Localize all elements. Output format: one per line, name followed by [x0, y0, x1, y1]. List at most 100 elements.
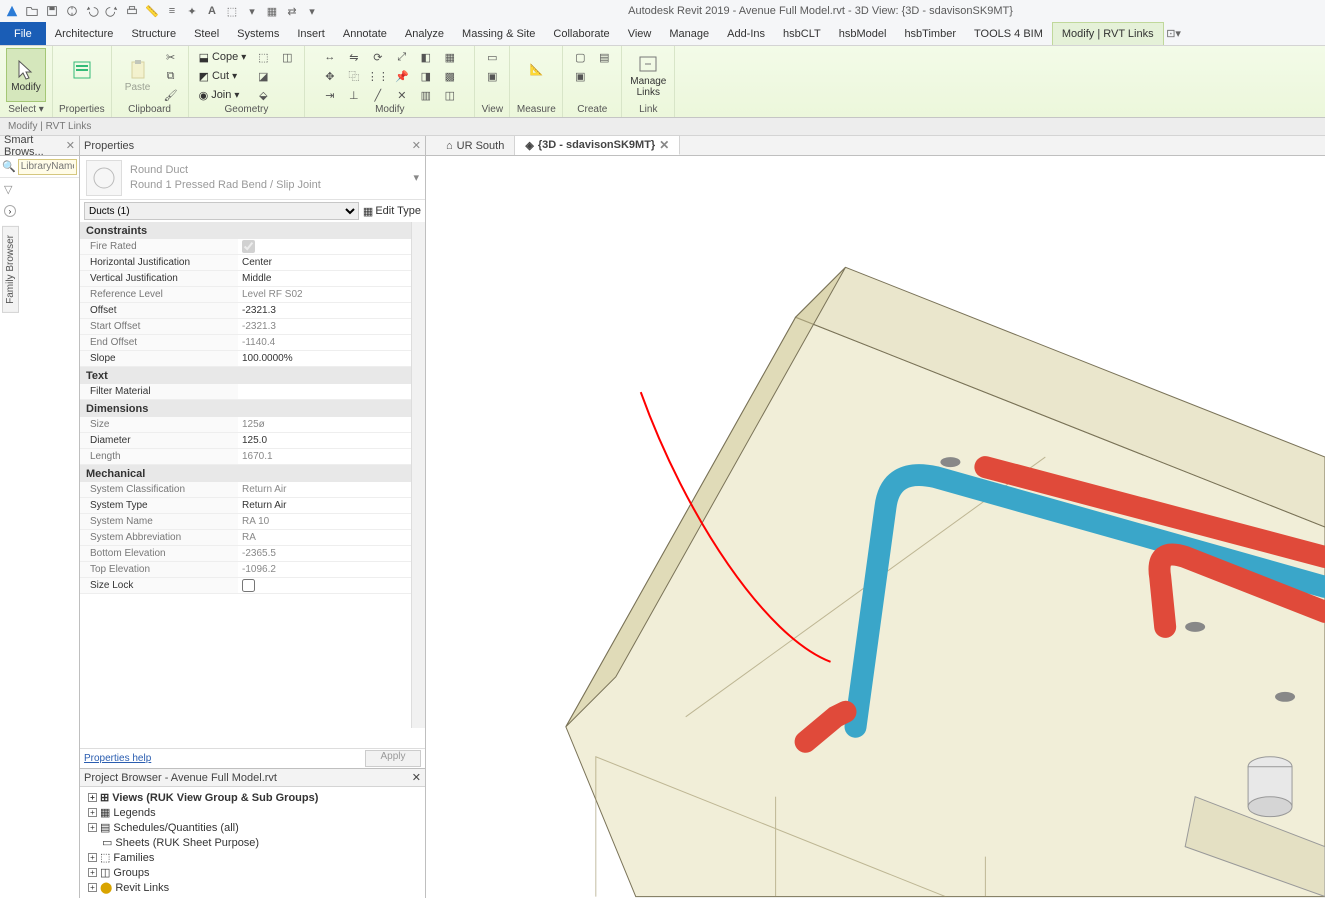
- measure-button[interactable]: 📐: [516, 48, 556, 102]
- paste-button[interactable]: Paste: [118, 48, 158, 102]
- trim-icon[interactable]: ⊥: [343, 86, 365, 104]
- apply-button[interactable]: Apply: [365, 750, 421, 767]
- edit-type-button[interactable]: ▦Edit Type: [363, 205, 421, 218]
- view-tab-ursouth[interactable]: ⌂UR South: [436, 136, 515, 155]
- geom-tool6-icon[interactable]: [276, 86, 298, 104]
- mod-tool-e-icon[interactable]: ▩: [439, 67, 461, 85]
- view-tool1-icon[interactable]: ▭: [481, 48, 503, 66]
- menu-hsbclt[interactable]: hsbCLT: [774, 22, 830, 45]
- create-tool1-icon[interactable]: ▢: [569, 48, 591, 66]
- section-icon[interactable]: ▾: [244, 3, 260, 19]
- expand-icon[interactable]: ›: [4, 205, 16, 217]
- mod-tool-c-icon[interactable]: ▥: [415, 86, 437, 104]
- switch-icon[interactable]: ⇄: [284, 3, 300, 19]
- move-icon[interactable]: ✥: [319, 67, 341, 85]
- filter-icon[interactable]: ▽: [4, 183, 12, 196]
- cope-button[interactable]: ⬓Cope ▾: [195, 48, 251, 66]
- offset2-icon[interactable]: ⇥: [319, 86, 341, 104]
- menu-massing[interactable]: Massing & Site: [453, 22, 544, 45]
- scale-icon[interactable]: ⤢: [391, 48, 413, 66]
- create-tool2-icon[interactable]: ▣: [569, 67, 591, 85]
- text-icon[interactable]: A: [204, 3, 220, 19]
- prop-val[interactable]: Center: [238, 255, 425, 270]
- menu-structure[interactable]: Structure: [122, 22, 185, 45]
- measure-icon[interactable]: 📏: [144, 3, 160, 19]
- menu-addins[interactable]: Add-Ins: [718, 22, 774, 45]
- menu-systems[interactable]: Systems: [228, 22, 288, 45]
- rotate-icon[interactable]: ⟳: [367, 48, 389, 66]
- mod-tool-d-icon[interactable]: ▦: [439, 48, 461, 66]
- properties-help-link[interactable]: Properties help: [84, 753, 151, 764]
- split-icon[interactable]: ╱: [367, 86, 389, 104]
- menu-overflow-icon[interactable]: ⊡▾: [1164, 22, 1184, 45]
- create-tool4-icon[interactable]: [593, 67, 615, 85]
- cat-dimensions[interactable]: Dimensions⬨: [80, 400, 425, 417]
- save-icon[interactable]: [44, 3, 60, 19]
- tree-families[interactable]: +⬚Families: [84, 850, 421, 865]
- match-small-icon[interactable]: 🖌: [160, 86, 182, 104]
- manage-links-button[interactable]: Manage Links: [628, 48, 668, 102]
- geom-tool4-icon[interactable]: ◫: [276, 48, 298, 66]
- menu-manage[interactable]: Manage: [660, 22, 718, 45]
- menu-hsbmodel[interactable]: hsbModel: [830, 22, 896, 45]
- close-icon[interactable]: ✕: [412, 771, 421, 784]
- close-icon[interactable]: ✕: [66, 139, 75, 152]
- viewport[interactable]: ⌂UR South ◈{3D - sdavisonSK9MT}✕: [426, 136, 1325, 898]
- menu-architecture[interactable]: Architecture: [46, 22, 123, 45]
- prop-val-checkbox[interactable]: [238, 239, 425, 254]
- tree-groups[interactable]: +◫Groups: [84, 865, 421, 880]
- cat-mechanical[interactable]: Mechanical⬨: [80, 465, 425, 482]
- prop-val[interactable]: Middle: [238, 271, 425, 286]
- file-tab[interactable]: File: [0, 22, 46, 45]
- menu-modify-rvtlinks[interactable]: Modify | RVT Links: [1052, 22, 1164, 45]
- open-icon[interactable]: [24, 3, 40, 19]
- menu-annotate[interactable]: Annotate: [334, 22, 396, 45]
- smart-browser-header[interactable]: Smart Brows... ✕: [0, 136, 79, 156]
- redo-icon[interactable]: [104, 3, 120, 19]
- geom-tool1-icon[interactable]: ⬚: [252, 48, 274, 66]
- geom-tool5-icon[interactable]: [276, 67, 298, 85]
- align-icon[interactable]: ↔: [319, 48, 341, 66]
- menu-collaborate[interactable]: Collaborate: [544, 22, 618, 45]
- 3d-icon[interactable]: ⬚: [224, 3, 240, 19]
- copy2-icon[interactable]: ⿻: [343, 67, 365, 85]
- instance-selector[interactable]: Ducts (1): [84, 202, 359, 220]
- library-search-input[interactable]: [18, 159, 77, 175]
- cat-text[interactable]: Text⬨: [80, 367, 425, 384]
- cat-constraints[interactable]: Constraints⬨: [80, 222, 425, 239]
- prop-val-checkbox[interactable]: [238, 578, 425, 593]
- pin-icon[interactable]: 📌: [391, 67, 413, 85]
- prop-val[interactable]: [238, 384, 425, 399]
- geom-tool3-icon[interactable]: ⬙: [252, 86, 274, 104]
- join-button[interactable]: ◉Join ▾: [195, 86, 251, 104]
- dropdown-icon[interactable]: ▾: [304, 3, 320, 19]
- tree-views[interactable]: +⊞Views (RUK View Group & Sub Groups): [84, 790, 421, 805]
- geom-tool2-icon[interactable]: ◪: [252, 67, 274, 85]
- render-icon[interactable]: ✦: [184, 3, 200, 19]
- view-tab-3d[interactable]: ◈{3D - sdavisonSK9MT}✕: [515, 136, 680, 155]
- close-hidden-icon[interactable]: ▦: [264, 3, 280, 19]
- delete-icon[interactable]: ✕: [391, 86, 413, 104]
- modify-tool-button[interactable]: Modify: [6, 48, 46, 102]
- scrollbar[interactable]: [411, 222, 425, 728]
- menu-steel[interactable]: Steel: [185, 22, 228, 45]
- sync-icon[interactable]: [64, 3, 80, 19]
- array-icon[interactable]: ⋮⋮: [367, 67, 389, 85]
- 3d-canvas[interactable]: [426, 156, 1325, 898]
- prop-val[interactable]: Return Air: [238, 498, 425, 513]
- mod-tool-a-icon[interactable]: ◧: [415, 48, 437, 66]
- properties-button[interactable]: [62, 48, 102, 102]
- create-tool3-icon[interactable]: ▤: [593, 48, 615, 66]
- search-icon[interactable]: 🔍: [2, 160, 16, 173]
- cut-geom-button[interactable]: ◩Cut ▾: [195, 67, 251, 85]
- prop-val[interactable]: 125.0: [238, 433, 425, 448]
- menu-view[interactable]: View: [619, 22, 661, 45]
- select-group-label[interactable]: Select ▾: [8, 104, 44, 117]
- mirror-icon[interactable]: ⇋: [343, 48, 365, 66]
- view-tool2-icon[interactable]: ▣: [481, 67, 503, 85]
- tree-legends[interactable]: +▦Legends: [84, 805, 421, 820]
- type-dropdown-icon[interactable]: ▾: [413, 171, 419, 184]
- family-browser-tab[interactable]: Family Browser: [2, 226, 19, 313]
- undo-icon[interactable]: [84, 3, 100, 19]
- properties-header[interactable]: Properties ✕: [80, 136, 425, 156]
